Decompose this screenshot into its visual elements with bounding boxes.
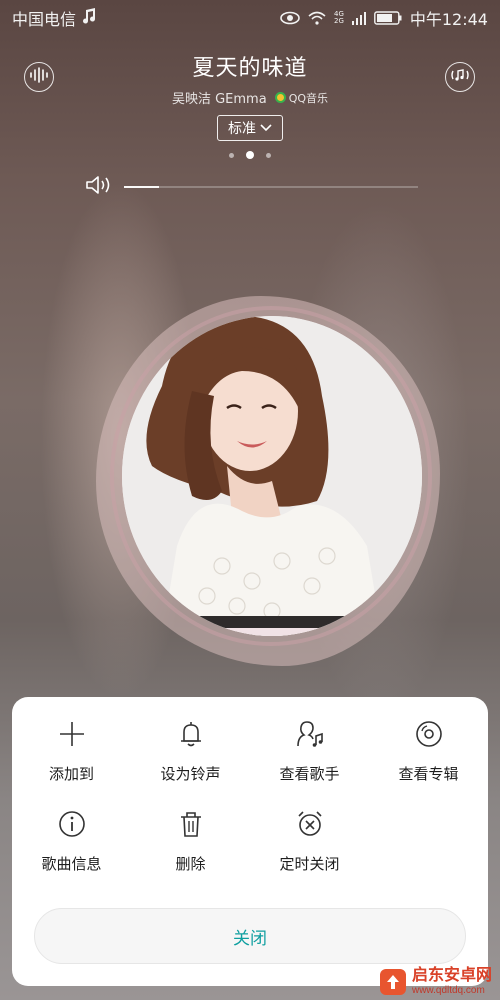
action-sheet: 添加到 设为铃声 查看歌手 查看专辑 歌曲信息 删除 定时关闭 关闭	[12, 697, 488, 986]
plus-icon	[55, 717, 89, 751]
quality-label: 标准	[228, 121, 256, 137]
source-badge: QQ音乐	[274, 90, 329, 106]
album-art[interactable]	[122, 316, 422, 636]
volume-slider-fill	[124, 186, 160, 188]
network-bottom-label: 2G	[333, 17, 344, 25]
volume-control	[84, 174, 418, 200]
menu-item-view-album[interactable]: 查看专辑	[369, 717, 488, 784]
signal-icon	[351, 11, 366, 25]
clock-label: 中午12:44	[409, 10, 488, 29]
music-note-icon	[82, 8, 96, 28]
singer-icon	[293, 717, 327, 751]
page-dot	[266, 152, 271, 158]
page-indicator	[0, 151, 500, 159]
watermark-name: 启东安卓网	[411, 967, 492, 985]
watermark-url: www.qdltdq.com	[411, 985, 485, 996]
wifi-icon	[308, 11, 326, 25]
menu-label: 添加到	[48, 765, 94, 783]
artist-name[interactable]: 吴映洁 GEmma	[172, 88, 267, 107]
menu-label: 歌曲信息	[41, 855, 102, 873]
volume-icon[interactable]	[84, 174, 114, 200]
page-dot-active	[246, 151, 254, 159]
status-bar: 中国电信 4G 2G 中午12:44	[0, 0, 500, 36]
watermark: 启东安卓网 www.qdltdq.com	[379, 967, 492, 996]
menu-label: 设为铃声	[160, 765, 221, 783]
menu-item-add-to[interactable]: 添加到	[12, 717, 131, 784]
watermark-logo-icon	[379, 968, 406, 995]
menu-label: 定时关闭	[279, 855, 340, 873]
trash-icon	[174, 807, 208, 841]
source-label: QQ音乐	[288, 91, 329, 105]
info-icon	[55, 807, 89, 841]
battery-icon	[373, 11, 402, 25]
menu-label: 查看歌手	[279, 765, 340, 783]
quality-selector[interactable]: 标准	[217, 115, 283, 141]
disc-icon	[412, 717, 446, 751]
menu-label: 查看专辑	[398, 765, 459, 783]
volume-slider[interactable]	[124, 186, 418, 188]
chevron-down-icon	[260, 120, 272, 136]
close-button[interactable]: 关闭	[34, 908, 466, 964]
page-dot	[229, 152, 234, 158]
network-type-icon: 4G 2G	[334, 11, 344, 25]
menu-item-set-ringtone[interactable]: 设为铃声	[131, 717, 250, 784]
eye-icon	[280, 11, 300, 25]
qq-music-icon	[274, 92, 286, 103]
menu-item-delete[interactable]: 删除	[131, 807, 250, 874]
alarm-off-icon	[293, 807, 327, 841]
menu-item-song-info[interactable]: 歌曲信息	[12, 807, 131, 874]
carrier-label: 中国电信	[12, 10, 77, 29]
song-title: 夏天的味道	[192, 56, 308, 81]
song-subtitle: 吴映洁 GEmma QQ音乐	[0, 88, 500, 108]
menu-label: 删除	[175, 855, 206, 873]
menu-item-view-singer[interactable]: 查看歌手	[250, 717, 369, 784]
menu-item-sleep-timer[interactable]: 定时关闭	[250, 807, 369, 874]
bell-icon	[174, 717, 208, 751]
